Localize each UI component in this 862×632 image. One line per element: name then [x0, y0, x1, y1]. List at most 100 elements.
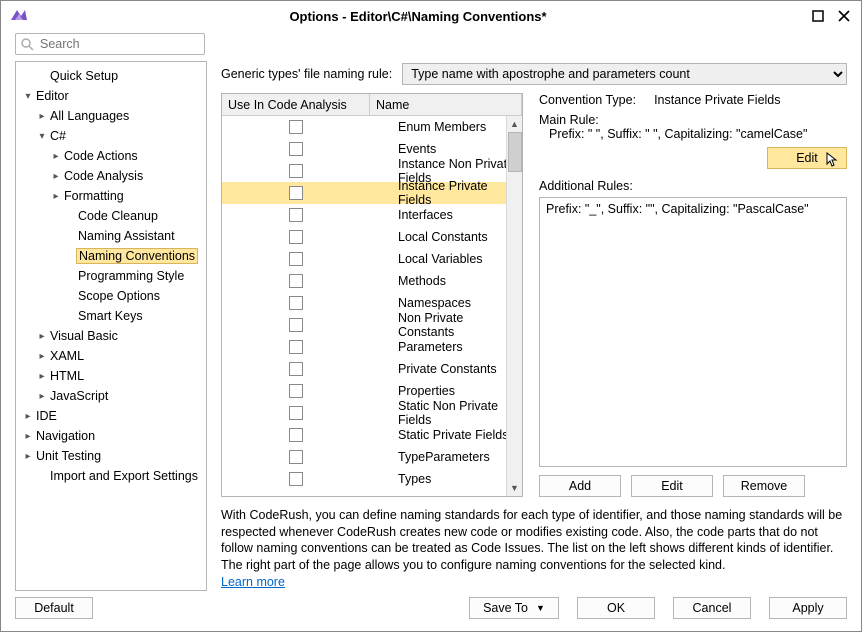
- caret-expanded-icon[interactable]: ▾: [36, 131, 48, 142]
- use-in-analysis-checkbox[interactable]: [289, 252, 303, 266]
- apply-button[interactable]: Apply: [769, 597, 847, 619]
- table-row[interactable]: Non Private Constants: [222, 314, 522, 336]
- generic-rule-select[interactable]: Type name with apostrophe and parameters…: [402, 63, 847, 85]
- table-row[interactable]: Interfaces: [222, 204, 522, 226]
- tree-item-javascript[interactable]: ▸JavaScript: [16, 386, 206, 406]
- edit-rule-button[interactable]: Edit: [631, 475, 713, 497]
- caret-collapsed-icon[interactable]: ▸: [36, 351, 48, 362]
- tree-item-naming-conventions[interactable]: Naming Conventions: [16, 246, 206, 266]
- table-row[interactable]: TypeParameters: [222, 446, 522, 468]
- caret-collapsed-icon[interactable]: ▸: [50, 151, 62, 162]
- tree-item-naming-assistant[interactable]: Naming Assistant: [16, 226, 206, 246]
- edit-main-rule-button[interactable]: Edit: [767, 147, 847, 169]
- caret-collapsed-icon[interactable]: ▸: [50, 171, 62, 182]
- identifier-name: Parameters: [370, 340, 522, 354]
- use-in-analysis-checkbox[interactable]: [289, 120, 303, 134]
- use-in-analysis-checkbox[interactable]: [289, 472, 303, 486]
- table-row[interactable]: Local Variables: [222, 248, 522, 270]
- close-icon[interactable]: [835, 7, 853, 25]
- learn-more-link[interactable]: Learn more: [221, 575, 285, 589]
- tree-item-unit-testing[interactable]: ▸Unit Testing: [16, 446, 206, 466]
- use-in-analysis-checkbox[interactable]: [289, 318, 303, 332]
- use-in-analysis-checkbox[interactable]: [289, 428, 303, 442]
- tree-item-label: JavaScript: [48, 389, 108, 403]
- tree-item-navigation[interactable]: ▸Navigation: [16, 426, 206, 446]
- use-in-analysis-checkbox[interactable]: [289, 362, 303, 376]
- caret-collapsed-icon[interactable]: ▸: [36, 391, 48, 402]
- tree-item-all-languages[interactable]: ▸All Languages: [16, 106, 206, 126]
- default-button[interactable]: Default: [15, 597, 93, 619]
- table-row[interactable]: Local Constants: [222, 226, 522, 248]
- ok-button[interactable]: OK: [577, 597, 655, 619]
- use-in-analysis-checkbox[interactable]: [289, 340, 303, 354]
- table-row[interactable]: Types: [222, 468, 522, 490]
- main-rule-text: Prefix: " ", Suffix: " ", Capitalizing: …: [549, 127, 847, 141]
- tree-item-c-[interactable]: ▾C#: [16, 126, 206, 146]
- use-in-analysis-checkbox[interactable]: [289, 142, 303, 156]
- tree-item-scope-options[interactable]: Scope Options: [16, 286, 206, 306]
- tree-item-code-analysis[interactable]: ▸Code Analysis: [16, 166, 206, 186]
- caret-collapsed-icon[interactable]: ▸: [36, 371, 48, 382]
- search-input[interactable]: [38, 36, 200, 52]
- scroll-thumb[interactable]: [508, 132, 522, 172]
- table-row[interactable]: Private Constants: [222, 358, 522, 380]
- tree-item-label: Programming Style: [76, 269, 184, 283]
- additional-rules-list[interactable]: Prefix: "_", Suffix: "", Capitalizing: "…: [539, 197, 847, 467]
- use-in-analysis-checkbox[interactable]: [289, 296, 303, 310]
- tree-item-xaml[interactable]: ▸XAML: [16, 346, 206, 366]
- tree-item-import-and-export-settings[interactable]: Import and Export Settings: [16, 466, 206, 486]
- search-box[interactable]: [15, 33, 205, 55]
- use-in-analysis-checkbox[interactable]: [289, 186, 303, 200]
- table-row[interactable]: Static Private Fields: [222, 424, 522, 446]
- tree-item-editor[interactable]: ▾Editor: [16, 86, 206, 106]
- tree-item-programming-style[interactable]: Programming Style: [16, 266, 206, 286]
- identifier-name: TypeParameters: [370, 450, 522, 464]
- col-use-in-analysis[interactable]: Use In Code Analysis: [222, 94, 370, 115]
- options-tree[interactable]: Quick Setup▾Editor▸All Languages▾C#▸Code…: [15, 61, 207, 591]
- table-scrollbar[interactable]: ▲ ▼: [506, 116, 522, 496]
- cancel-button[interactable]: Cancel: [673, 597, 751, 619]
- tree-item-quick-setup[interactable]: Quick Setup: [16, 66, 206, 86]
- col-name[interactable]: Name: [370, 94, 522, 115]
- use-in-analysis-checkbox[interactable]: [289, 274, 303, 288]
- table-row[interactable]: Static Non Private Fields: [222, 402, 522, 424]
- table-row[interactable]: Enum Members: [222, 116, 522, 138]
- table-row[interactable]: Parameters: [222, 336, 522, 358]
- use-in-analysis-checkbox[interactable]: [289, 384, 303, 398]
- identifier-name: Local Variables: [370, 252, 522, 266]
- tree-item-html[interactable]: ▸HTML: [16, 366, 206, 386]
- use-in-analysis-checkbox[interactable]: [289, 208, 303, 222]
- use-in-analysis-checkbox[interactable]: [289, 406, 303, 420]
- scroll-down-icon[interactable]: ▼: [507, 480, 522, 496]
- save-to-button[interactable]: Save To ▼: [469, 597, 559, 619]
- add-rule-button[interactable]: Add: [539, 475, 621, 497]
- tree-item-formatting[interactable]: ▸Formatting: [16, 186, 206, 206]
- table-row[interactable]: Instance Private Fields: [222, 182, 522, 204]
- caret-collapsed-icon[interactable]: ▸: [22, 451, 34, 462]
- main-rule-label: Main Rule:: [539, 113, 847, 127]
- tree-item-visual-basic[interactable]: ▸Visual Basic: [16, 326, 206, 346]
- caret-collapsed-icon[interactable]: ▸: [50, 191, 62, 202]
- remove-rule-button[interactable]: Remove: [723, 475, 805, 497]
- additional-rule-item[interactable]: Prefix: "_", Suffix: "", Capitalizing: "…: [546, 202, 840, 216]
- tree-item-code-actions[interactable]: ▸Code Actions: [16, 146, 206, 166]
- tree-item-smart-keys[interactable]: Smart Keys: [16, 306, 206, 326]
- identifier-name: Non Private Constants: [370, 311, 522, 339]
- identifier-name: Types: [370, 472, 522, 486]
- use-in-analysis-checkbox[interactable]: [289, 164, 303, 178]
- caret-collapsed-icon[interactable]: ▸: [22, 411, 34, 422]
- caret-collapsed-icon[interactable]: ▸: [36, 111, 48, 122]
- tree-item-label: Unit Testing: [34, 449, 101, 463]
- use-in-analysis-checkbox[interactable]: [289, 230, 303, 244]
- tree-item-label: Quick Setup: [48, 69, 118, 83]
- tree-item-ide[interactable]: ▸IDE: [16, 406, 206, 426]
- tree-item-code-cleanup[interactable]: Code Cleanup: [16, 206, 206, 226]
- scroll-up-icon[interactable]: ▲: [507, 116, 522, 132]
- table-row[interactable]: Methods: [222, 270, 522, 292]
- maximize-icon[interactable]: [809, 7, 827, 25]
- identifier-name: Static Private Fields: [370, 428, 522, 442]
- caret-collapsed-icon[interactable]: ▸: [22, 431, 34, 442]
- caret-expanded-icon[interactable]: ▾: [22, 91, 34, 102]
- caret-collapsed-icon[interactable]: ▸: [36, 331, 48, 342]
- use-in-analysis-checkbox[interactable]: [289, 450, 303, 464]
